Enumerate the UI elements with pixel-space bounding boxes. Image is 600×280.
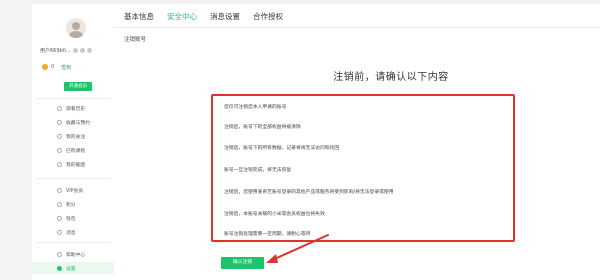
- wallet-icon: [57, 215, 62, 221]
- sidebar-item-label: 观看历史: [66, 106, 86, 112]
- verified-icon: [86, 48, 92, 53]
- notice-item: 账号一旦注销完成，将无法恢复: [224, 168, 292, 173]
- tab-divider: [114, 27, 600, 28]
- checkin-link[interactable]: 签到: [61, 64, 71, 71]
- sidebar-item-settings[interactable]: 设置: [32, 262, 114, 274]
- sidebar-item-label: 积分: [66, 202, 76, 208]
- sidebar-item-wallet[interactable]: 钱包: [32, 212, 114, 224]
- tab-authorization[interactable]: 合作授权: [253, 10, 283, 28]
- level-icon: [72, 48, 78, 53]
- sidebar-item-vip[interactable]: VIP会员: [32, 184, 114, 196]
- sidebar-item-label: VIP会员: [66, 188, 84, 194]
- heart-icon: [57, 133, 62, 139]
- sidebar-item-label: 收藏与预约: [66, 120, 90, 126]
- section-title: 注销账号: [124, 37, 147, 43]
- tab-message-settings[interactable]: 消息设置: [210, 10, 240, 28]
- sidebar-item-messages[interactable]: 消息: [32, 226, 114, 238]
- help-icon: [57, 251, 62, 257]
- sidebar: 用户669b0... 0 签到 开通会员 观看历史 收藏与预约 我的关注 已购课…: [32, 4, 114, 280]
- vip-badge-icon: [79, 48, 85, 53]
- sidebar-item-label: 我的截图: [66, 162, 86, 168]
- notice-item: 注销后，账号下的所有数据、记录将将无法访问和找回: [224, 146, 340, 151]
- sidebar-item-following[interactable]: 我的关注: [32, 130, 114, 142]
- username-row: 用户669b0...: [40, 46, 112, 55]
- tab-bar: 基本信息 安全中心 消息设置 合作授权: [124, 10, 283, 28]
- account-page: 用户669b0... 0 签到 开通会员 观看历史 收藏与预约 我的关注 已购课…: [0, 0, 600, 280]
- sidebar-item-courses[interactable]: 已购课程: [32, 144, 114, 156]
- sidebar-item-screenshots[interactable]: 我的截图: [32, 158, 114, 170]
- history-icon: [57, 105, 62, 111]
- sidebar-divider: [36, 98, 110, 99]
- notice-heading-text: 注销前，请确认以下内容: [333, 72, 449, 83]
- notice-heading: 注销前，请确认以下内容: [114, 68, 600, 83]
- screenshot-icon: [57, 161, 62, 167]
- avatar[interactable]: [66, 18, 86, 38]
- sidebar-item-label: 我的关注: [66, 134, 86, 140]
- gear-icon: [57, 265, 62, 271]
- arrow-annotation-icon: [266, 234, 329, 263]
- sidebar-item-history[interactable]: 观看历史: [32, 102, 114, 114]
- coin-count: 0: [51, 64, 55, 70]
- coin-icon: [42, 64, 48, 70]
- main-content: 基本信息 安全中心 消息设置 合作授权 注销账号 注销前，请确认以下内容 您仅可…: [114, 4, 600, 280]
- tab-basic-info[interactable]: 基本信息: [124, 10, 154, 28]
- notice-item: 注销后，您使用爱奇艺账号登录的其他产品或服务将受到影响/将无法登录或使用: [224, 190, 394, 195]
- notice-box: 您仅可注销您本人申请的账号 注销后，账号下的全部权益将被清除 注销后，账号下的所…: [211, 94, 515, 242]
- sidebar-item-favorites[interactable]: 收藏与预约: [32, 116, 114, 128]
- username: 用户669b0...: [40, 48, 71, 54]
- sidebar-item-label: 帮助中心: [66, 252, 86, 258]
- avatar-face: [72, 22, 80, 30]
- avatar-body: [69, 31, 83, 38]
- sidebar-item-label: 已购课程: [66, 148, 86, 154]
- sidebar-divider: [36, 242, 110, 243]
- sidebar-item-label: 设置: [66, 266, 76, 272]
- tab-security-center[interactable]: 安全中心: [167, 10, 197, 28]
- sidebar-divider: [36, 178, 110, 179]
- star-icon: [57, 119, 62, 125]
- points-icon: [57, 201, 62, 207]
- open-vip-button[interactable]: 开通会员: [64, 82, 92, 91]
- message-icon: [57, 229, 62, 235]
- sidebar-item-points[interactable]: 积分: [32, 198, 114, 210]
- notice-item: 您仅可注销您本人申请的账号: [224, 105, 287, 110]
- sidebar-item-label: 消息: [66, 230, 76, 236]
- notice-item: 注销后，本账号关联的小米等会员权益也将失效: [224, 212, 325, 217]
- vip-icon: [57, 187, 62, 193]
- course-icon: [57, 147, 62, 153]
- sidebar-item-label: 钱包: [66, 216, 76, 222]
- confirm-cancel-account-button[interactable]: 确认注销: [221, 257, 264, 269]
- notice-item: 注销后，账号下的全部权益将被清除: [224, 125, 301, 130]
- sidebar-item-help[interactable]: 帮助中心: [32, 248, 114, 260]
- coin-row: 0 签到: [42, 62, 106, 72]
